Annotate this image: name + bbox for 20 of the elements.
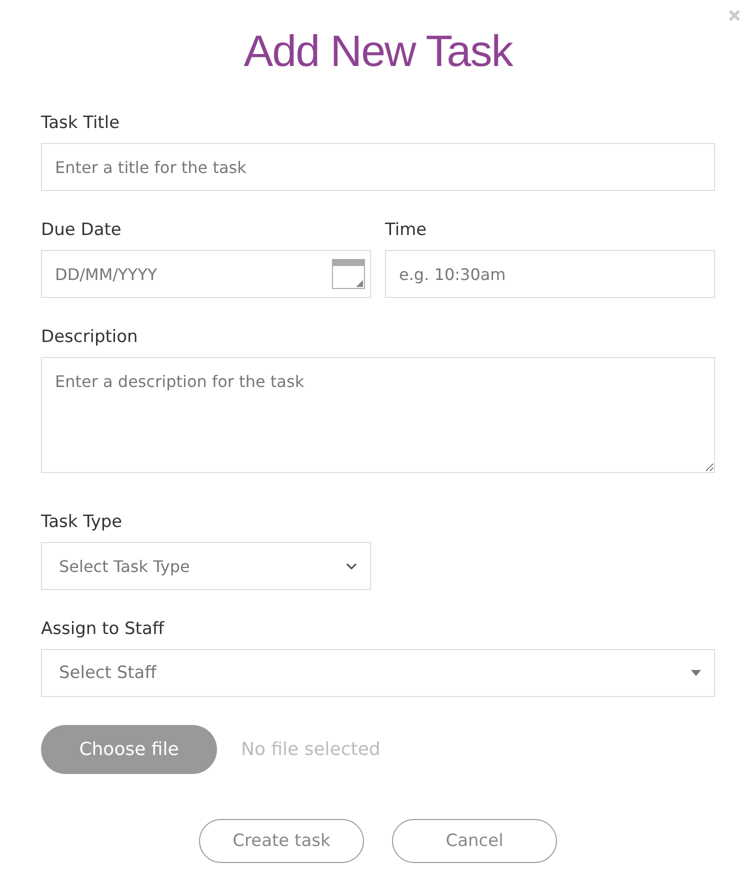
field-label: Time [385,219,427,241]
field-label: Due Date [41,219,122,241]
text-field[interactable]: e.g. 10:30am [385,250,715,298]
cancel-button[interactable]: Cancel [392,819,557,863]
dialog-title: Add New Task [244,26,512,78]
staff-select[interactable]: Select Staff [41,649,715,697]
text-field[interactable]: Enter a title for the task [41,143,715,191]
chevron-down-icon [346,562,357,570]
field-label: Description [41,326,138,348]
field-label: Assign to Staff [41,618,164,640]
calendar-icon[interactable] [332,259,365,289]
field-label: Task Title [41,112,120,134]
task-type-select[interactable]: Select Task Type [41,542,371,590]
field-label: Task Type [41,511,122,533]
create-button[interactable]: Create task [199,819,364,863]
caret-down-icon [691,670,701,676]
description-field[interactable]: Enter a description for the task [41,357,715,473]
file-status: No file selected [241,739,380,760]
choose-file-button[interactable]: Choose file [41,725,217,774]
date-field[interactable]: DD/MM/YYYY [41,250,371,298]
